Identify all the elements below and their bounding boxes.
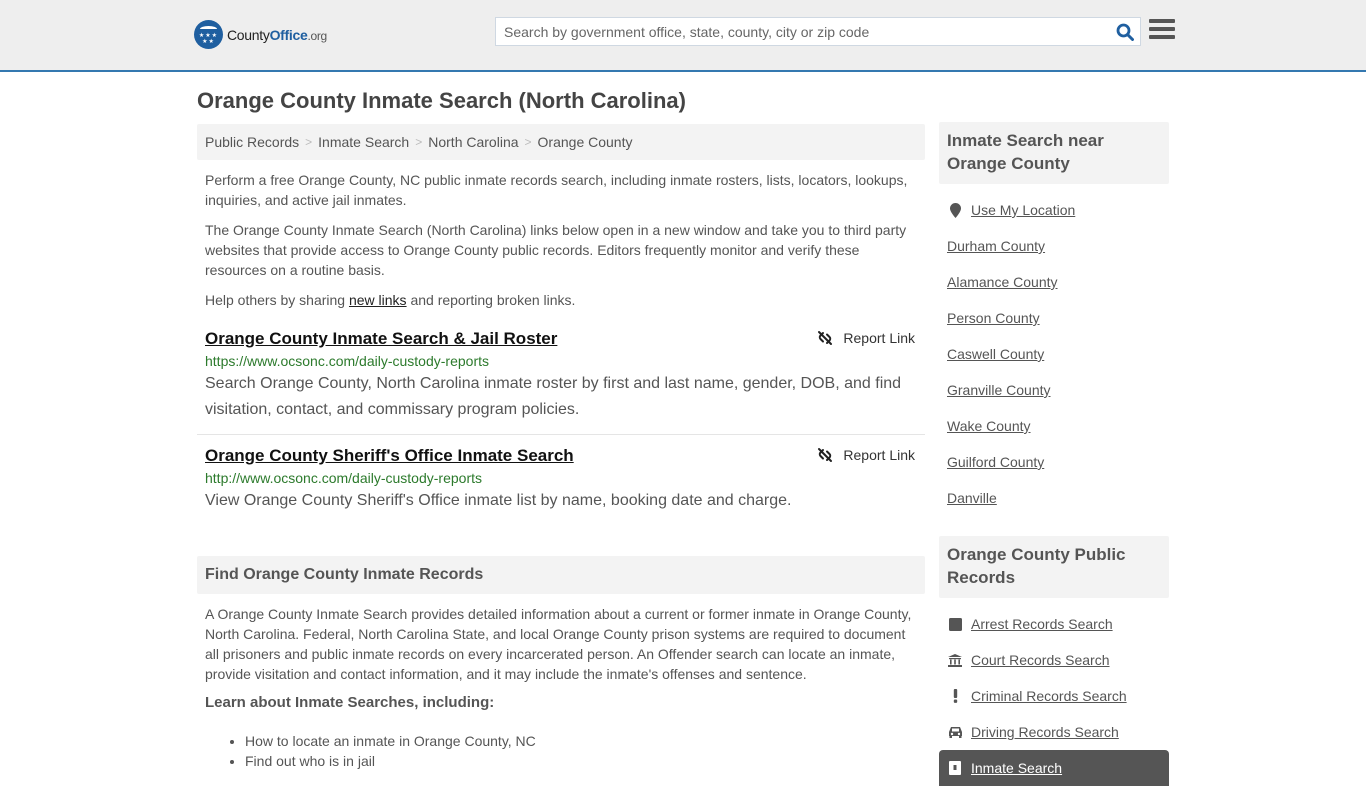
courthouse-icon [947, 653, 963, 667]
public-records-list: Arrest Records Search Court Records Sear… [939, 598, 1169, 786]
breadcrumb: Public Records > Inmate Search > North C… [197, 124, 925, 160]
nearby-link[interactable]: Granville County [947, 382, 1051, 398]
sidebar-item-criminal-records: Criminal Records Search [947, 678, 1161, 714]
learn-about-heading: Learn about Inmate Searches, including: [205, 694, 495, 711]
find-records-heading: Find Orange County Inmate Records [197, 556, 925, 594]
breadcrumb-orange-county[interactable]: Orange County [538, 134, 633, 150]
hamburger-menu-icon[interactable] [1149, 19, 1175, 43]
nearby-link[interactable]: Wake County [947, 418, 1031, 434]
page-title: Orange County Inmate Search (North Carol… [197, 88, 686, 113]
nearby-heading: Inmate Search near Orange County [939, 122, 1169, 184]
nearby-link[interactable]: Guilford County [947, 454, 1044, 470]
nearby-link[interactable]: Alamance County [947, 274, 1058, 290]
exclamation-icon [947, 689, 963, 703]
search-icon [1116, 23, 1134, 41]
sidebar: Inmate Search near Orange County Use My … [939, 122, 1169, 786]
arrest-records-link[interactable]: Arrest Records Search [971, 616, 1113, 632]
broken-link-icon [818, 331, 833, 345]
sidebar-item-durham-county: Durham County [947, 228, 1161, 264]
court-records-link[interactable]: Court Records Search [971, 652, 1110, 668]
breadcrumb-separator: > [524, 135, 532, 149]
inmate-search-link[interactable]: Inmate Search [971, 760, 1062, 776]
result-description: Search Orange County, North Carolina inm… [205, 375, 902, 418]
search-button[interactable] [1110, 18, 1140, 45]
site-search-bar [495, 17, 1141, 46]
sidebar-item-danville: Danville [947, 480, 1161, 516]
result-url: http://www.ocsonc.com/daily-custody-repo… [205, 470, 482, 486]
result-title-link[interactable]: Orange County Inmate Search & Jail Roste… [205, 328, 557, 350]
jail-door-icon [947, 761, 963, 775]
result-item: Orange County Sheriff's Office Inmate Se… [197, 445, 925, 514]
broken-link-icon [818, 448, 833, 462]
sidebar-item-inmate-search: Inmate Search [939, 750, 1169, 786]
breadcrumb-north-carolina[interactable]: North Carolina [428, 134, 518, 150]
sidebar-item-court-records: Court Records Search [947, 642, 1161, 678]
site-logo[interactable]: ★★★ ★★ CountyOffice.org [194, 20, 327, 49]
new-links-link[interactable]: new links [349, 292, 407, 308]
report-link-button[interactable]: Report Link [817, 447, 915, 463]
result-item: Orange County Inmate Search & Jail Roste… [197, 328, 925, 435]
breadcrumb-public-records[interactable]: Public Records [205, 134, 299, 150]
find-records-paragraph: A Orange County Inmate Search provides d… [205, 606, 912, 682]
find-records-section: A Orange County Inmate Search provides d… [197, 604, 925, 771]
use-my-location-item: Use My Location [947, 192, 1161, 228]
result-url: https://www.ocsonc.com/daily-custody-rep… [205, 353, 489, 369]
search-input[interactable] [496, 18, 1110, 45]
disclaimer-paragraph: The Orange County Inmate Search (North C… [205, 222, 907, 278]
driving-records-link[interactable]: Driving Records Search [971, 724, 1119, 740]
sidebar-item-alamance-county: Alamance County [947, 264, 1161, 300]
public-records-heading: Orange County Public Records [939, 536, 1169, 598]
nearby-link[interactable]: Danville [947, 490, 997, 506]
arrest-book-icon [947, 617, 963, 631]
sidebar-item-caswell-county: Caswell County [947, 336, 1161, 372]
breadcrumb-separator: > [305, 135, 313, 149]
result-description: View Orange County Sheriff's Office inma… [205, 492, 792, 509]
nearby-link[interactable]: Durham County [947, 238, 1045, 254]
intro-text: Perform a free Orange County, NC public … [197, 170, 925, 310]
nearby-link[interactable]: Caswell County [947, 346, 1044, 362]
main-content: Public Records > Inmate Search > North C… [197, 124, 925, 771]
sidebar-item-guilford-county: Guilford County [947, 444, 1161, 480]
breadcrumb-separator: > [415, 135, 423, 149]
site-header: ★★★ ★★ CountyOffice.org [0, 0, 1366, 72]
sidebar-item-granville-county: Granville County [947, 372, 1161, 408]
sidebar-item-driving-records: Driving Records Search [947, 714, 1161, 750]
sidebar-item-person-county: Person County [947, 300, 1161, 336]
sidebar-item-arrest-records: Arrest Records Search [947, 606, 1161, 642]
list-item: Find out who is in jail [245, 751, 917, 771]
result-title-link[interactable]: Orange County Sheriff's Office Inmate Se… [205, 445, 574, 467]
list-item: How to locate an inmate in Orange County… [245, 731, 917, 751]
use-my-location-link[interactable]: Use My Location [971, 202, 1075, 218]
eagle-logo-icon: ★★★ ★★ [194, 20, 223, 49]
sidebar-item-wake-county: Wake County [947, 408, 1161, 444]
nearby-list: Use My Location Durham County Alamance C… [939, 184, 1169, 516]
report-link-button[interactable]: Report Link [817, 330, 915, 346]
nearby-link[interactable]: Person County [947, 310, 1040, 326]
intro-paragraph: Perform a free Orange County, NC public … [205, 172, 908, 208]
car-icon [947, 726, 963, 738]
share-paragraph: Help others by sharing new links and rep… [205, 292, 576, 308]
criminal-records-link[interactable]: Criminal Records Search [971, 688, 1127, 704]
learn-about-list: How to locate an inmate in Orange County… [205, 731, 917, 771]
breadcrumb-inmate-search[interactable]: Inmate Search [318, 134, 409, 150]
map-marker-icon [947, 202, 963, 218]
logo-wordmark: CountyOffice.org [227, 26, 327, 43]
